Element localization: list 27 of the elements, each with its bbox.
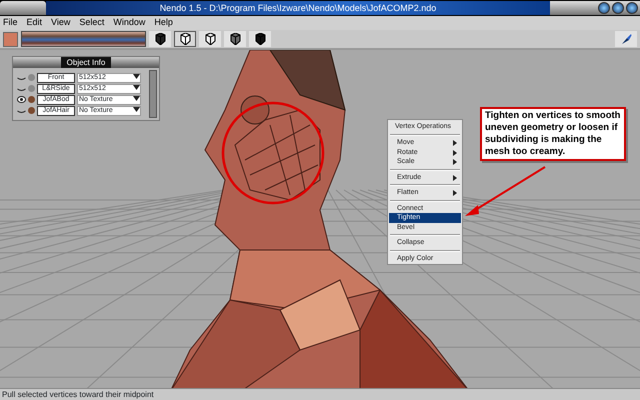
scrollbar[interactable]	[149, 70, 157, 118]
menu-item[interactable]: File	[3, 16, 18, 30]
close-button[interactable]	[626, 2, 638, 14]
maximize-button[interactable]	[612, 2, 624, 14]
menu-item[interactable]: View	[51, 16, 70, 30]
material-dot[interactable]	[28, 96, 35, 103]
material-dot[interactable]	[28, 85, 35, 92]
window-title: Nendo 1.5 - D:\Program Files\Izware\Nendo\Models\JofACOMP2.ndo	[46, 1, 550, 15]
callout-note: Tighten on vertices to smooth uneven geometry or loosen if subdividing is making the mesh too creamy.	[480, 107, 626, 161]
color-swatch[interactable]	[3, 32, 18, 46]
brush-button[interactable]	[615, 31, 637, 47]
shading-mode-button[interactable]	[174, 31, 196, 47]
window-grip[interactable]	[0, 1, 46, 15]
menu-item[interactable]: Edit	[26, 16, 42, 30]
submenu-arrow-icon	[453, 190, 457, 196]
menu-item[interactable]: Help	[154, 16, 173, 30]
eye-icon[interactable]	[17, 96, 26, 103]
material-dot[interactable]	[28, 74, 35, 81]
brush-icon	[620, 33, 632, 45]
minimize-button[interactable]	[598, 2, 610, 14]
menu-item[interactable]: Window	[113, 16, 146, 30]
panel-title: Object Info	[60, 57, 112, 68]
status-text: Pull selected vertices toward their midpoint	[0, 388, 640, 400]
texture-preview[interactable]	[21, 31, 146, 47]
material-dot[interactable]	[28, 107, 35, 114]
submenu-arrow-icon	[453, 174, 457, 180]
menu-item[interactable]: Select	[79, 16, 104, 30]
